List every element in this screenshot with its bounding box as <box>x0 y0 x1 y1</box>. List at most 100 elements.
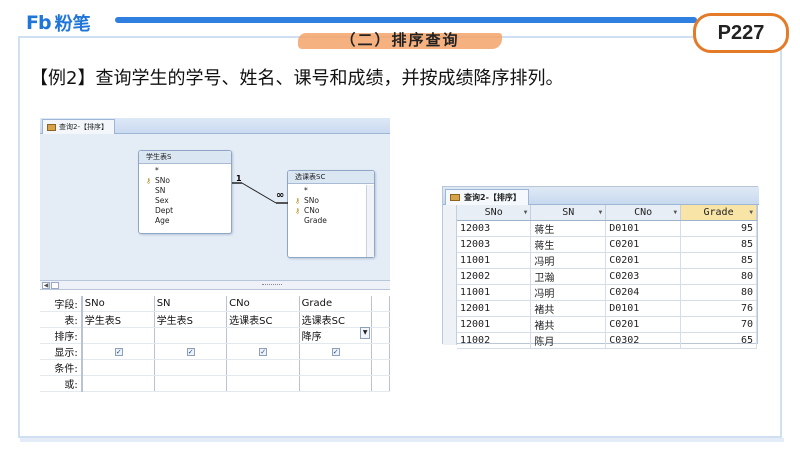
table-field[interactable]: * <box>295 186 374 196</box>
grid-cell-field[interactable]: SN <box>154 296 228 312</box>
table-field[interactable]: Dept <box>146 206 231 216</box>
table-cell[interactable]: 85 <box>680 252 757 269</box>
grid-cell-or[interactable] <box>81 375 155 392</box>
splitter-grip[interactable] <box>262 284 282 286</box>
grid-cell-table[interactable]: 选课表SC <box>299 311 373 328</box>
table-cell[interactable]: 陈月 <box>530 332 607 349</box>
table-cell[interactable]: 卫瀚 <box>530 268 607 285</box>
table-box-enrollment[interactable]: 选课表SC * ⚷ SNo ⚷ CNo Grade <box>287 170 375 258</box>
table-cell[interactable]: C0203 <box>605 268 682 285</box>
table-row[interactable]: 12003 蒋生 D0101 95 <box>457 220 757 237</box>
grid-cell-table[interactable]: 学生表S <box>81 311 155 328</box>
page-number-badge: P227 <box>693 13 789 53</box>
table-cell[interactable]: 11002 <box>457 332 532 349</box>
table-row[interactable]: 12001 褚共 D0101 76 <box>457 300 757 317</box>
table-cell[interactable]: 80 <box>680 284 757 301</box>
table-cell[interactable]: 12001 <box>457 316 532 333</box>
table-cell[interactable]: 蒋生 <box>530 236 607 253</box>
table-cell[interactable]: C0201 <box>605 316 682 333</box>
grid-cell-or[interactable] <box>299 375 373 392</box>
grid-cell-sort[interactable] <box>226 327 300 344</box>
datasheet-tab[interactable]: 查询2-【排序】 <box>445 189 529 205</box>
chevron-down-icon[interactable]: ▼ <box>749 209 753 216</box>
table-row[interactable]: 12003 蒋生 C0201 85 <box>457 236 757 253</box>
table-cell[interactable]: 12003 <box>457 236 532 253</box>
table-field[interactable]: ⚷ SNo <box>295 196 374 206</box>
table-box-students[interactable]: 学生表S * ⚷ SNo SN Sex Dept Age <box>138 150 232 234</box>
table-field[interactable]: ⚷ CNo <box>295 206 374 216</box>
table-field[interactable]: Age <box>146 216 231 226</box>
table-row[interactable]: 12001 褚共 C0201 70 <box>457 316 757 333</box>
grid-cell-criteria[interactable] <box>154 359 228 376</box>
table-row[interactable]: 12002 卫瀚 C0203 80 <box>457 268 757 285</box>
table-cell[interactable]: 12002 <box>457 268 532 285</box>
pane-splitter[interactable]: ◀ <box>40 280 390 290</box>
table-cell[interactable]: D0101 <box>605 220 682 237</box>
grid-cell-field[interactable]: Grade <box>299 296 373 312</box>
grid-cell-criteria[interactable] <box>299 359 373 376</box>
grid-cell-or[interactable] <box>226 375 300 392</box>
show-checkbox[interactable]: ✓ <box>186 348 195 356</box>
show-checkbox[interactable]: ✓ <box>331 348 340 356</box>
table-cell[interactable]: D0101 <box>605 300 682 317</box>
scroll-left-icon[interactable]: ◀ <box>42 282 50 289</box>
table-field[interactable]: Grade <box>295 216 374 226</box>
chevron-down-icon[interactable]: ▼ <box>599 209 603 216</box>
chevron-down-icon[interactable]: ▼ <box>673 209 677 216</box>
grid-cell-table[interactable]: 学生表S <box>154 311 228 328</box>
show-checkbox[interactable]: ✓ <box>259 348 268 356</box>
table-cell[interactable]: C0204 <box>605 284 682 301</box>
table-cell[interactable]: 冯明 <box>530 284 607 301</box>
grid-cell-criteria[interactable] <box>226 359 300 376</box>
grid-cell-sort[interactable] <box>81 327 155 344</box>
table-cell[interactable]: C0201 <box>605 252 682 269</box>
table-box-scrollbar[interactable] <box>366 185 374 257</box>
column-header-cno[interactable]: CNo ▼ <box>605 205 682 221</box>
table-cell[interactable]: 76 <box>680 300 757 317</box>
table-cell[interactable]: 11001 <box>457 252 532 269</box>
grid-cell-table[interactable]: 选课表SC <box>226 311 300 328</box>
table-field[interactable]: * <box>146 166 231 176</box>
table-cell[interactable]: 80 <box>680 268 757 285</box>
table-cell[interactable]: 蒋生 <box>530 220 607 237</box>
table-cell[interactable]: 12003 <box>457 220 532 237</box>
table-field[interactable]: ⚷ SNo <box>146 176 231 186</box>
grid-row-label: 表: <box>40 311 83 328</box>
table-row[interactable]: 11001 冯明 C0201 85 <box>457 252 757 269</box>
table-field[interactable]: SN <box>146 186 231 196</box>
table-row[interactable]: 11001 冯明 C0204 80 <box>457 284 757 301</box>
query-tab[interactable]: 查询2-【排序】 <box>42 119 115 134</box>
table-cell[interactable]: 70 <box>680 316 757 333</box>
table-cell[interactable]: 95 <box>680 220 757 237</box>
header-rule <box>115 17 697 23</box>
record-selector-column[interactable] <box>443 205 457 345</box>
column-header-sn[interactable]: SN ▼ <box>530 205 607 221</box>
logo-text: 粉笔 <box>54 14 91 35</box>
table-cell[interactable]: 65 <box>680 332 757 349</box>
column-header-sno[interactable]: SNo ▼ <box>457 205 532 221</box>
scroll-box[interactable] <box>51 282 59 289</box>
table-cell[interactable]: 11001 <box>457 284 532 301</box>
chevron-down-icon[interactable]: ▼ <box>524 209 528 216</box>
grid-cell-field[interactable]: CNo <box>226 296 300 312</box>
page-number: P227 <box>717 21 765 44</box>
table-field[interactable]: Sex <box>146 196 231 206</box>
table-cell[interactable]: 褚共 <box>530 316 607 333</box>
table-cell[interactable]: 85 <box>680 236 757 253</box>
grid-cell-sort[interactable] <box>154 327 228 344</box>
column-header-grade[interactable]: Grade ▼ <box>680 205 757 221</box>
table-cell[interactable]: C0201 <box>605 236 682 253</box>
table-cell[interactable]: 12001 <box>457 300 532 317</box>
show-checkbox[interactable]: ✓ <box>114 348 123 356</box>
table-cell[interactable]: C0302 <box>605 332 682 349</box>
grid-cell-criteria[interactable] <box>81 359 155 376</box>
grid-cell-sort-dropdown[interactable]: 降序 ▼ <box>299 327 373 344</box>
grid-cell-or[interactable] <box>154 375 228 392</box>
datasheet-tab-bar: 查询2-【排序】 <box>443 187 759 205</box>
chevron-down-icon[interactable]: ▼ <box>360 327 371 339</box>
table-cell[interactable]: 冯明 <box>530 252 607 269</box>
table-cell[interactable]: 褚共 <box>530 300 607 317</box>
table-row[interactable]: 11002 陈月 C0302 65 <box>457 332 757 349</box>
grid-cell-field[interactable]: SNo <box>81 296 155 312</box>
design-grid: 字段: SNo SN CNo Grade 表: 学生表S 学生表S 选课表SC … <box>40 296 390 392</box>
